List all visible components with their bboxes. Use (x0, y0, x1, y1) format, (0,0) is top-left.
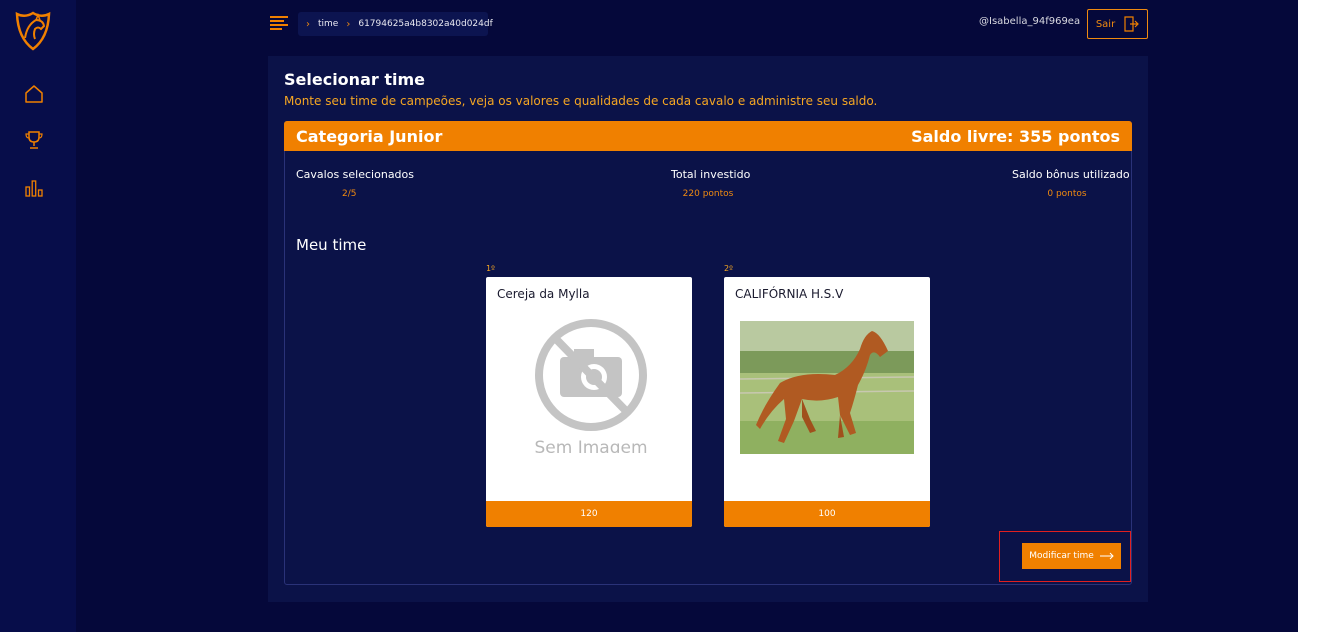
horse-price: 120 (486, 501, 692, 527)
breadcrumb-item-id[interactable]: 61794625a4b8302a40d024df (358, 19, 492, 29)
free-balance: Saldo livre: 355 pontos (911, 126, 1120, 146)
team-title: Meu time (296, 236, 367, 254)
stat-bonus-used: Saldo bônus utilizado 0 pontos (1012, 168, 1130, 199)
arrow-right-icon (1099, 552, 1114, 560)
page-subtitle: Monte seu time de campeões, veja os valo… (284, 94, 878, 108)
horse-photo (739, 321, 915, 454)
category-header: Categoria Junior Saldo livre: 355 pontos (284, 121, 1132, 151)
logout-label: Sair (1095, 18, 1116, 30)
sidebar (0, 0, 76, 632)
stat-label: Saldo bônus utilizado (1012, 168, 1130, 181)
chevron-right-icon: › (306, 18, 310, 30)
no-image-label: Sem Imagem (534, 438, 647, 453)
trophy-icon[interactable] (24, 130, 44, 150)
breadcrumb-item-time[interactable]: time (318, 19, 338, 29)
stat-value: 220 pontos (682, 189, 734, 199)
page-title: Selecionar time (284, 70, 425, 89)
stat-label: Cavalos selecionados (296, 168, 414, 181)
menu-icon[interactable] (270, 16, 288, 30)
horse-name: CALIFÓRNIA H.S.V (735, 287, 844, 301)
category-name: Categoria Junior (296, 126, 443, 146)
breadcrumb: › time › 61794625a4b8302a40d024df (298, 12, 493, 36)
horse-logo-icon[interactable] (14, 8, 52, 52)
horse-rank: 1º (486, 264, 495, 273)
logout-icon (1124, 16, 1140, 32)
horse-card[interactable]: CALIFÓRNIA H.S.V 100 (724, 277, 930, 527)
bar-chart-icon[interactable] (24, 178, 44, 198)
window-edge (1298, 0, 1324, 632)
horse-card[interactable]: Cereja da Mylla Sem Imagem 120 (486, 277, 692, 527)
stat-total-invested: Total investido 220 pontos (671, 168, 751, 199)
stat-value: 2/5 (342, 189, 357, 199)
stat-value: 0 pontos (1047, 189, 1087, 199)
home-icon[interactable] (24, 84, 44, 104)
user-name: @Isabella_94f969ea (979, 16, 1081, 27)
modify-team-label: Modificar time (1029, 551, 1094, 561)
horse-rank: 2º (724, 264, 733, 273)
chevron-right-icon: › (346, 18, 351, 30)
modify-team-button[interactable]: Modificar time (1022, 543, 1121, 569)
placeholder-image: Sem Imagem (516, 317, 666, 453)
horse-price: 100 (724, 501, 930, 527)
stat-selected-horses: Cavalos selecionados 2/5 (296, 168, 414, 199)
stat-label: Total investido (671, 168, 751, 181)
horse-name: Cereja da Mylla (497, 287, 590, 301)
logout-button[interactable]: Sair (1087, 9, 1148, 39)
no-camera-icon: Sem Imagem (534, 319, 648, 453)
